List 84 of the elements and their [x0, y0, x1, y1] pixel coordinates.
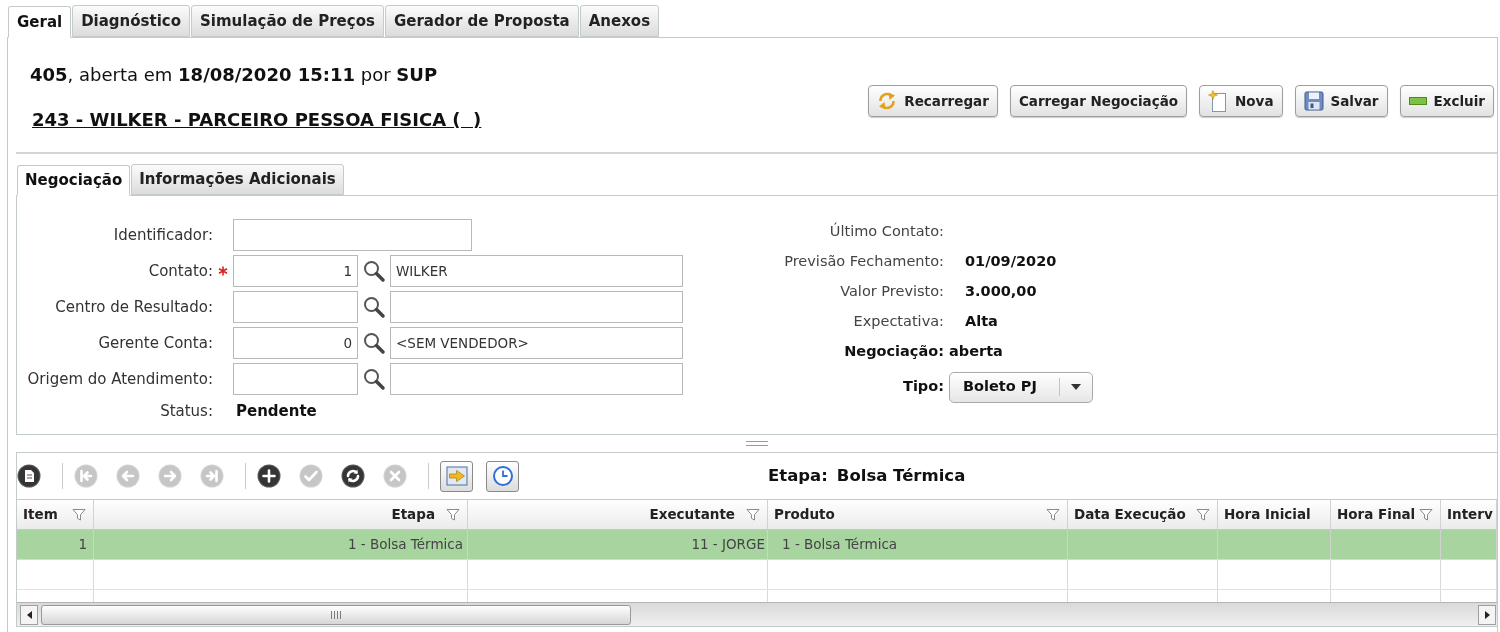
field-value: 3.000,00: [964, 282, 1037, 302]
filter-icon[interactable]: [746, 507, 760, 522]
delete-button[interactable]: Excluir: [1399, 85, 1494, 117]
right-triangle-icon: [1484, 610, 1490, 619]
tab[interactable]: Diagnóstico: [72, 5, 191, 37]
record-summary: 405, aberta em 18/08/2020 15:11 por SUP: [30, 64, 439, 86]
description-field[interactable]: [390, 363, 683, 395]
column-header[interactable]: Hora Inicial: [1224, 504, 1311, 525]
arrow-document-icon: [445, 466, 468, 486]
tab[interactable]: Negociação: [17, 165, 131, 196]
caret-down-icon: [1071, 384, 1081, 390]
code-field[interactable]: 0: [233, 327, 358, 359]
field-label: Último Contato:: [828, 221, 944, 242]
reload-arrows-icon: [877, 91, 898, 111]
field-label: Gerente Conta:: [97, 332, 213, 354]
code-field[interactable]: [233, 363, 358, 395]
refresh-icon[interactable]: [341, 464, 365, 488]
text-field[interactable]: [233, 219, 472, 251]
field-label: Valor Previsto:: [839, 282, 944, 302]
scrollbar-thumb[interactable]: [41, 604, 631, 625]
clock-icon: [491, 465, 514, 487]
type-select[interactable]: Boleto PJ: [949, 371, 1093, 403]
filter-icon[interactable]: [446, 507, 460, 522]
document-icon[interactable]: [17, 464, 41, 488]
table-cell: 1 - Bolsa Térmica: [94, 530, 468, 559]
save-button[interactable]: Salvar: [1294, 85, 1388, 117]
field-value: aberta: [948, 342, 1003, 362]
field-label: Tipo:: [902, 377, 944, 397]
description-field[interactable]: [390, 291, 683, 323]
column-header[interactable]: Interv: [1447, 504, 1493, 525]
column-header[interactable]: Item: [23, 504, 58, 525]
table-cell: 11 - JORGE: [468, 530, 768, 559]
table-row[interactable]: 1 1 - Bolsa Térmica 11 - JORGE 1 - Bolsa Térmica: [17, 530, 1497, 560]
tab[interactable]: Gerador de Proposta: [384, 5, 579, 37]
status-value: Pendente: [235, 400, 317, 422]
new-button[interactable]: Nova: [1199, 85, 1283, 117]
left-triangle-icon: [26, 610, 32, 619]
tab[interactable]: Informações Adicionais: [131, 164, 344, 195]
description-field[interactable]: WILKER: [390, 255, 683, 287]
column-header[interactable]: Produto: [774, 504, 835, 525]
filter-icon[interactable]: [72, 507, 86, 522]
grip-icon: [331, 610, 341, 619]
column-header[interactable]: Etapa: [391, 504, 435, 525]
minus-icon: [1408, 97, 1427, 105]
code-field[interactable]: 1: [233, 255, 358, 287]
scroll-left-button[interactable]: [20, 604, 38, 625]
stage-label: Etapa:: [768, 464, 828, 487]
scroll-right-button[interactable]: [1478, 604, 1496, 625]
splitter-handle-icon[interactable]: [745, 441, 768, 446]
table-cell: 1: [17, 530, 94, 559]
tab[interactable]: Anexos: [579, 5, 660, 37]
field-label: Negociação:: [843, 342, 944, 362]
description-field[interactable]: <SEM VENDEDOR>: [390, 327, 683, 359]
search-icon[interactable]: [362, 295, 386, 319]
load-button[interactable]: Carregar Negociação: [1009, 85, 1187, 117]
plus-icon[interactable]: [257, 464, 281, 488]
export-button[interactable]: [440, 460, 473, 492]
stage-value: Bolsa Térmica: [836, 464, 966, 487]
field-label: Contato:: [147, 260, 213, 282]
reload-button[interactable]: Recarregar: [868, 85, 998, 117]
column-header[interactable]: Data Execução: [1074, 504, 1186, 525]
filter-icon[interactable]: [1196, 507, 1210, 522]
field-label: Origem do Atendimento:: [26, 368, 213, 390]
field-label: Identificador:: [112, 224, 213, 246]
schedule-button[interactable]: [486, 460, 519, 492]
field-value: Alta: [964, 312, 998, 332]
field-label: Status:: [159, 400, 213, 422]
field-label: Previsão Fechamento:: [783, 252, 944, 272]
tab[interactable]: Geral: [8, 6, 72, 38]
field-label: Expectativa:: [852, 312, 944, 332]
field-label: Centro de Resultado:: [54, 296, 213, 318]
field-value: 01/09/2020: [964, 252, 1057, 272]
column-header[interactable]: Hora Final: [1337, 504, 1416, 525]
column-header[interactable]: Executante: [649, 504, 735, 525]
filter-icon[interactable]: [1419, 507, 1433, 522]
new-page-icon: [1208, 90, 1228, 112]
search-icon[interactable]: [362, 367, 386, 391]
partner-link[interactable]: 243 - WILKER - PARCEIRO PESSOA FISICA ( ): [32, 109, 482, 131]
code-field[interactable]: [233, 291, 358, 323]
search-icon[interactable]: [362, 259, 386, 283]
tab[interactable]: Simulação de Preços: [191, 5, 384, 37]
filter-icon[interactable]: [1046, 507, 1060, 522]
search-icon[interactable]: [362, 331, 386, 355]
table-cell: 1 - Bolsa Térmica: [768, 530, 1068, 559]
